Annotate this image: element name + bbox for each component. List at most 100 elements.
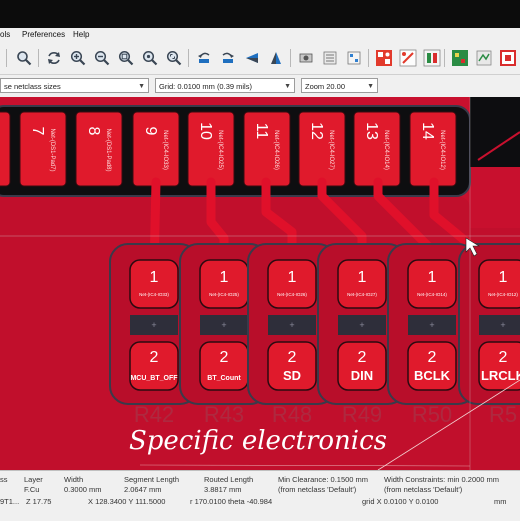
resistor-pad-2-net: BCLK <box>414 368 451 383</box>
search-icon[interactable] <box>14 48 34 68</box>
status-zoom-readout: Z 17.75 <box>26 497 52 506</box>
status-grid-readout: grid X 0.0100 Y 0.0100 <box>362 497 439 506</box>
status-col1-value: 9T1... <box>0 497 20 506</box>
resistor-pad-2-number: 2 <box>220 349 229 366</box>
connector-pad-number: 12 <box>308 122 325 140</box>
zoom-select[interactable]: Zoom 20.00 ▼ <box>301 78 378 93</box>
toolbar-separator <box>368 49 369 67</box>
resistor-pad-2-net: BT_Count <box>207 375 241 382</box>
status-layer-value: F.Cu <box>24 485 40 494</box>
flip-vertical-icon[interactable] <box>266 48 286 68</box>
chevron-down-icon: ▼ <box>284 83 291 90</box>
flip-horizontal-icon[interactable] <box>242 48 262 68</box>
resistor-pad-2-number: 2 <box>358 349 367 366</box>
resistor-body-mark: + <box>151 320 156 330</box>
status-col1-label: ss <box>0 475 8 484</box>
connector-pad-net: Net-(DS1-Pad7) <box>49 128 55 171</box>
toolbar-separator <box>290 49 291 67</box>
zoom-in-icon[interactable] <box>68 48 88 68</box>
menu-help[interactable]: Help <box>73 30 89 39</box>
resistor-pad-1-net: Net-(IC4-IO26) <box>277 292 307 297</box>
zoom-objects-icon[interactable] <box>140 48 160 68</box>
resistor-reference: R42 <box>134 402 174 427</box>
layer-pair-icon[interactable] <box>498 48 518 68</box>
resistor-pad-1-net: Net-(IC4-IO25) <box>209 292 239 297</box>
track-width-select[interactable]: se netclass sizes ▼ <box>0 78 149 93</box>
pcb-drawing: 7 Net-(DS1-Pad7) 8 Net-(DS1-Pad8) 9 Net-(IC4-… <box>0 97 520 470</box>
connector-pad-number: 7 <box>29 127 46 136</box>
options-toolbar: se netclass sizes ▼ Grid: 0.0100 mm (0.3… <box>0 75 520 98</box>
toolbar-separator <box>188 49 189 67</box>
zoom-fit-icon[interactable] <box>116 48 136 68</box>
zoom-out-icon[interactable] <box>92 48 112 68</box>
status-width-value: 0.3000 mm <box>64 485 102 494</box>
plugin-icon[interactable] <box>450 48 470 68</box>
status-units: mm <box>494 497 507 506</box>
connector-pad <box>75 111 123 187</box>
connector-pad-net: Net-(IC4-IO26) <box>273 130 279 170</box>
resistor-pad-2-net: MCU_BT_OFF <box>130 375 178 382</box>
menu-bar: ols Preferences Help <box>0 28 520 43</box>
status-segment-length-label: Segment Length <box>124 475 180 484</box>
connector-pad-number: 13 <box>363 122 380 140</box>
pcb-canvas[interactable]: 7 Net-(DS1-Pad7) 8 Net-(DS1-Pad8) 9 Net-(IC4-… <box>0 97 520 470</box>
status-routed-length-label: Routed Length <box>204 475 254 484</box>
menu-tools[interactable]: ols <box>0 30 10 39</box>
window-titlebar <box>0 0 520 28</box>
connector-pad-number: 9 <box>142 127 159 136</box>
connector-pad-number: 14 <box>419 122 436 140</box>
resistor-pad-1-net: Net-(IC4-IO12) <box>488 292 518 297</box>
resistor-body-mark: + <box>429 320 434 330</box>
resistor-pad-1-net: Net-(IC4-IO33) <box>139 292 169 297</box>
zoom-value: Zoom 20.00 <box>305 82 346 91</box>
resistor-pad-1-number: 1 <box>150 269 159 286</box>
grid-select[interactable]: Grid: 0.0100 mm (0.39 mils) ▼ <box>155 78 295 93</box>
scripting-icon[interactable] <box>474 48 494 68</box>
status-width-constraint-value: (from netclass 'Default') <box>384 485 463 494</box>
toolbar-separator <box>38 49 39 67</box>
zoom-selection-icon[interactable] <box>164 48 184 68</box>
refresh-icon[interactable] <box>44 48 64 68</box>
chevron-down-icon: ▼ <box>138 83 145 90</box>
connector-pad <box>19 111 67 187</box>
connector-pad-number: 8 <box>85 127 102 136</box>
board-edge-area <box>470 97 520 167</box>
resistor-body-mark: + <box>221 320 226 330</box>
connector-pad-net: Net-(IC4-IO33) <box>162 130 168 170</box>
pad-icon[interactable] <box>296 48 316 68</box>
resistor-pad-2-net: LRCLK <box>481 368 520 383</box>
rotate-ccw-icon[interactable] <box>194 48 214 68</box>
status-polar-position: r 170.0100 theta -40.984 <box>190 497 273 506</box>
status-width-label: Width <box>64 475 84 484</box>
resistor-pad-1-number: 1 <box>288 269 297 286</box>
resistor-pad-2-number: 2 <box>150 349 159 366</box>
resistor-pad-1-number: 1 <box>220 269 229 286</box>
resistor-reference: R43 <box>204 402 244 427</box>
status-layer-label: Layer <box>24 475 43 484</box>
connector-pad-net: Net-(IC4-IO25) <box>217 130 223 170</box>
connector-pad-number: 11 <box>253 123 270 140</box>
toolbar-separator <box>444 49 445 67</box>
resistor-pad-2-net: DIN <box>351 368 373 383</box>
footprint-icon[interactable] <box>422 48 442 68</box>
chevron-down-icon: ▼ <box>367 83 374 90</box>
resistor-pad-2-number: 2 <box>499 349 508 366</box>
track-width-value: se netclass sizes <box>4 82 61 91</box>
resistor-pad-2-number: 2 <box>288 349 297 366</box>
connector-pad-number: 10 <box>197 122 214 140</box>
board-setup-icon[interactable] <box>320 48 340 68</box>
resistor-pad-1-net: Net-(IC4-IO14) <box>417 292 447 297</box>
status-clearance-value: (from netclass 'Default') <box>278 485 357 494</box>
netlist-icon[interactable] <box>344 48 364 68</box>
resistor-reference: R5 <box>489 402 517 427</box>
status-routed-length-value: 3.8817 mm <box>204 485 242 494</box>
resistor-reference: R49 <box>342 402 382 427</box>
resistor-body-mark: + <box>359 320 364 330</box>
rotate-cw-icon[interactable] <box>218 48 238 68</box>
connector-pad-net: Net-(DS1-Pad8) <box>105 128 111 171</box>
grid-value: Grid: 0.0100 mm (0.39 mils) <box>159 82 252 91</box>
menu-preferences[interactable]: Preferences <box>22 30 65 39</box>
drc-icon[interactable] <box>374 48 394 68</box>
drc-run-icon[interactable] <box>398 48 418 68</box>
resistor-reference: R50 <box>412 402 452 427</box>
